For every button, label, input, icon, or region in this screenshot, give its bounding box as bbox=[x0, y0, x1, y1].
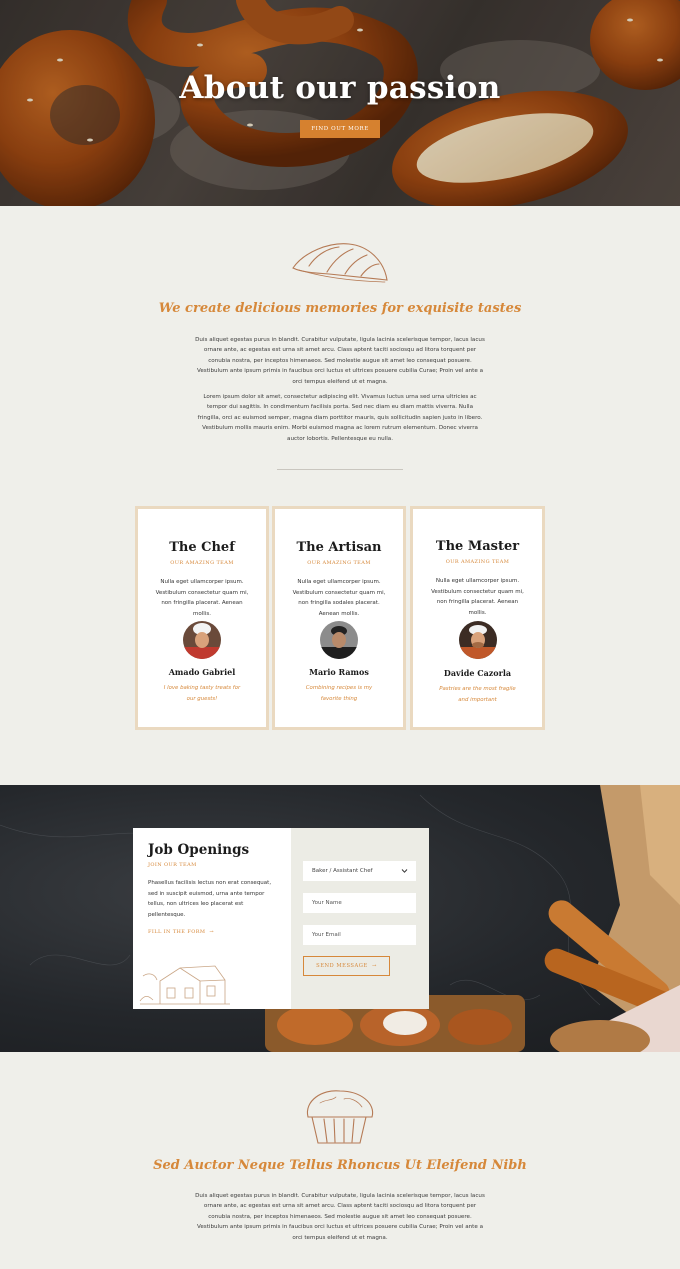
job-text: Phasellus facilisis lectus non erat cons… bbox=[148, 880, 272, 918]
member-quote: I love baking tasty treats for our guest… bbox=[163, 685, 241, 702]
member-quote: Combining recipes is my favorite thing bbox=[305, 685, 373, 702]
chevron-down-icon bbox=[401, 869, 408, 873]
member-name: Amado Gabriel bbox=[168, 667, 236, 677]
muffin-sketch-icon bbox=[306, 1090, 374, 1144]
job-form-panel: Baker / Assistant Chef SEND MESSAGE → bbox=[291, 828, 429, 1009]
intro-heading: We create delicious memories for exquisi… bbox=[158, 301, 522, 316]
card-subtitle: OUR AMAZING TEAM bbox=[445, 559, 510, 565]
job-title: Job Openings bbox=[148, 842, 250, 858]
position-select[interactable]: Baker / Assistant Chef bbox=[303, 861, 416, 881]
fill-in-form-label: FILL IN THE FORM bbox=[148, 929, 206, 935]
team-card-chef: The Chef OUR AMAZING TEAM Nulla eget ull… bbox=[135, 506, 269, 730]
job-info-panel: Job Openings JOIN OUR TEAM Phasellus fac… bbox=[133, 828, 291, 1009]
card-title: The Chef bbox=[169, 540, 235, 555]
member-name: Davide Cazorla bbox=[443, 668, 512, 678]
card-subtitle: OUR AMAZING TEAM bbox=[307, 560, 371, 566]
intro-paragraph-1: Duis aliquet egestas purus in blandit. C… bbox=[195, 337, 485, 385]
card-text: Nulla eget ullamcorper ipsum. Vestibulum… bbox=[292, 579, 386, 617]
card-title: The Artisan bbox=[296, 540, 382, 555]
team-card-master: The Master OUR AMAZING TEAM Nulla eget u… bbox=[410, 506, 545, 730]
job-subtitle: JOIN OUR TEAM bbox=[148, 862, 197, 868]
name-field[interactable] bbox=[303, 893, 416, 913]
hero-title: About our passion bbox=[179, 70, 501, 106]
arrow-right-icon: → bbox=[207, 929, 214, 935]
bakery-house-sketch-icon bbox=[139, 965, 230, 1005]
fill-in-form-link[interactable]: FILL IN THE FORM → bbox=[148, 929, 214, 935]
section-divider bbox=[277, 469, 403, 470]
member-quote: Pastries are the most fragile and import… bbox=[439, 686, 516, 703]
avatar bbox=[459, 621, 497, 659]
croissant-sketch-icon bbox=[292, 243, 388, 283]
hero-banner: About our passion FIND OUT MORE bbox=[0, 0, 680, 206]
job-openings-section: Job Openings JOIN OUR TEAM Phasellus fac… bbox=[0, 785, 680, 1052]
member-name: Mario Ramos bbox=[309, 667, 369, 677]
arrow-right-icon: → bbox=[369, 963, 377, 969]
send-message-label: SEND MESSAGE bbox=[316, 963, 368, 969]
position-select-value: Baker / Assistant Chef bbox=[312, 868, 373, 874]
bottom-paragraph: Duis aliquet egestas purus in blandit. C… bbox=[195, 1193, 485, 1241]
card-subtitle: OUR AMAZING TEAM bbox=[170, 560, 234, 566]
job-openings-card: Job Openings JOIN OUR TEAM Phasellus fac… bbox=[133, 828, 429, 1009]
card-title: The Master bbox=[435, 539, 520, 554]
team-card-artisan: The Artisan OUR AMAZING TEAM Nulla eget … bbox=[272, 506, 406, 730]
card-text: Nulla eget ullamcorper ipsum. Vestibulum… bbox=[431, 578, 524, 616]
intro-paragraph-2: Lorem ipsum dolor sit amet, consectetur … bbox=[197, 394, 483, 442]
avatar bbox=[183, 621, 221, 659]
bottom-heading: Sed Auctor Neque Tellus Rhoncus Ut Eleif… bbox=[153, 1158, 527, 1173]
send-message-button[interactable]: SEND MESSAGE → bbox=[303, 956, 390, 976]
avatar bbox=[320, 621, 358, 659]
card-text: Nulla eget ullamcorper ipsum. Vestibulum… bbox=[155, 579, 249, 617]
find-out-more-button[interactable]: FIND OUT MORE bbox=[300, 120, 380, 138]
email-field[interactable] bbox=[303, 925, 416, 945]
